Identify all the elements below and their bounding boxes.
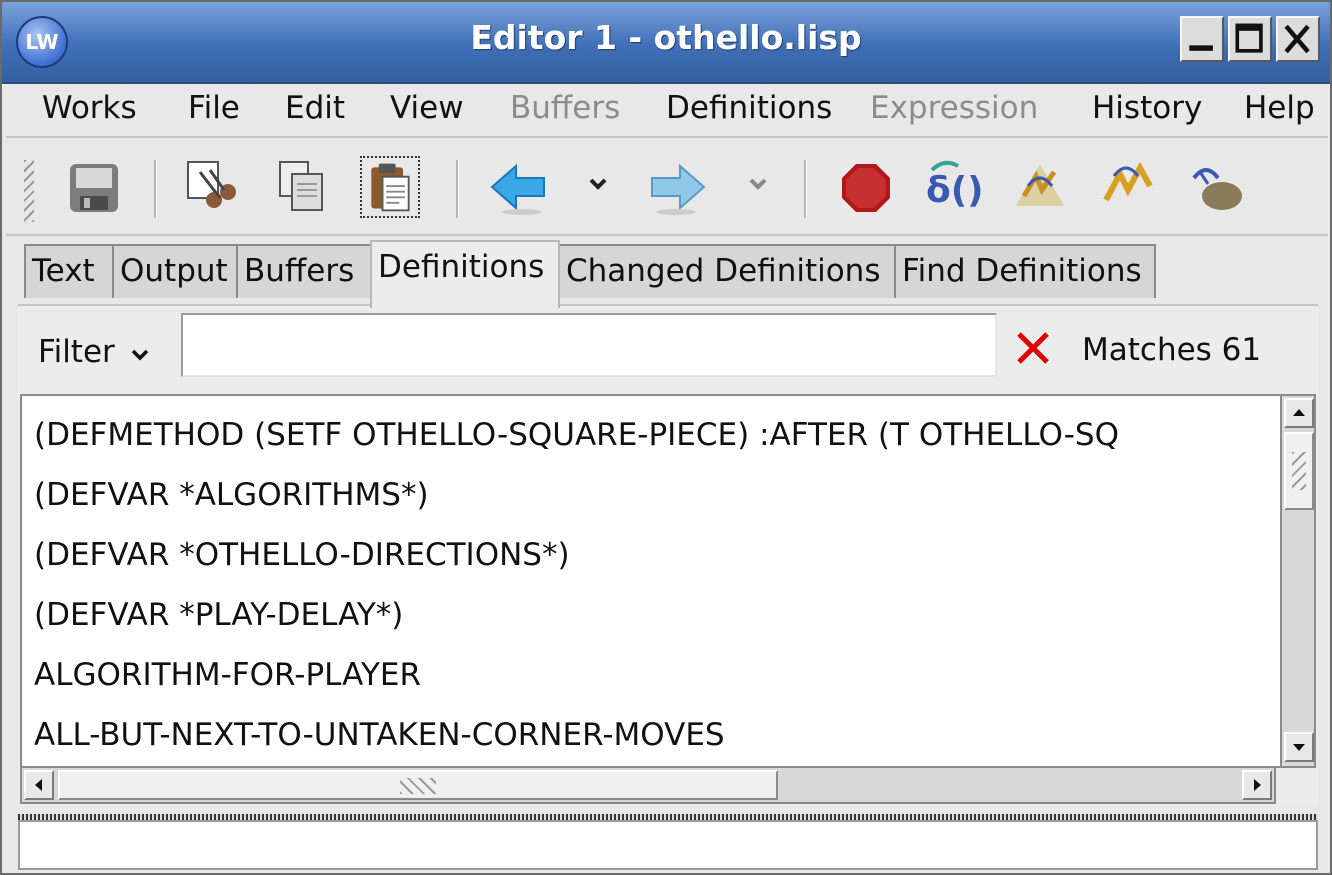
title-bar[interactable]: LW Editor 1 - othello.lisp [2,2,1330,84]
stop-icon[interactable] [836,156,896,218]
toolbar-grip[interactable] [24,160,34,222]
paste-icon[interactable] [360,156,420,218]
close-icon [1284,24,1310,54]
filter-input[interactable] [181,313,997,377]
horizontal-scroll-thumb[interactable] [58,770,778,800]
tab-definitions[interactable]: Definitions [370,240,560,308]
forward-arrow-icon[interactable] [648,156,708,218]
filter-label: Filter [38,334,115,370]
copy-icon[interactable] [272,156,332,218]
menu-definitions[interactable]: Definitions [666,90,832,126]
list-item[interactable]: ALGORITHM-FOR-PLAYER [34,652,421,698]
horizontal-scrollbar[interactable] [20,768,1276,804]
arrow-up-icon [1293,409,1305,416]
scroll-down-button[interactable] [1284,732,1314,762]
cut-icon[interactable] [180,156,240,218]
list-item[interactable]: (DEFMETHOD (SETF OTHELLO-SQUARE-PIECE) :… [34,412,1119,458]
list-item[interactable]: ALL-BUT-NEXT-TO-UNTAKEN-CORNER-MOVES [34,712,725,758]
menu-view[interactable]: View [390,90,464,126]
tab-find-definitions[interactable]: Find Definitions [894,244,1156,298]
menu-history[interactable]: History [1092,90,1202,126]
definitions-panel: Filter Matches 61 (DEFMETHOD (SETF OTHEL… [18,304,1318,806]
scroll-up-button[interactable] [1284,398,1314,428]
menu-bar: Works File Edit View Buffers Definitions… [6,84,1328,138]
editor-window: LW Editor 1 - othello.lisp Works File Ed… [0,0,1332,875]
toolbar: δ() [6,138,1328,236]
toolbar-separator [456,160,459,218]
arrow-right-icon [1254,779,1261,791]
scroll-right-button[interactable] [1242,770,1272,800]
menu-file[interactable]: File [188,90,240,126]
menu-expression[interactable]: Expression [870,90,1038,126]
minimize-button[interactable] [1180,16,1224,62]
vertical-scrollbar[interactable] [1280,396,1314,766]
save-icon[interactable] [64,156,124,218]
menu-edit[interactable]: Edit [285,90,345,126]
tab-buffers[interactable]: Buffers [236,244,372,298]
list-item[interactable]: (DEFVAR *PLAY-DELAY*) [34,592,403,638]
svg-text:δ(): δ() [926,170,984,211]
menu-help[interactable]: Help [1244,90,1315,126]
maximize-icon [1235,23,1263,53]
minimize-icon [1189,45,1213,51]
compile-icon[interactable] [1010,156,1070,218]
tab-output[interactable]: Output [112,244,238,298]
tab-text[interactable]: Text [24,244,114,298]
inspect-icon[interactable] [1186,156,1246,218]
match-count: Matches 61 [1082,332,1262,368]
arrow-left-icon [35,779,42,791]
chevron-down-icon [131,349,148,361]
menu-buffers[interactable]: Buffers [510,90,620,126]
toolbar-separator [804,160,807,218]
back-arrow-icon[interactable] [488,156,548,218]
compile-buffer-icon[interactable] [1098,156,1158,218]
back-history-chevron-down-icon[interactable] [586,172,610,196]
list-item[interactable]: (DEFVAR *ALGORITHMS*) [34,472,429,518]
tab-strip: Text Output Buffers Definitions Changed … [24,240,1324,308]
filter-dropdown[interactable]: Filter [38,334,149,370]
definitions-list[interactable]: (DEFMETHOD (SETF OTHELLO-SQUARE-PIECE) :… [20,394,1316,768]
arrow-down-icon [1293,744,1305,751]
window-title: Editor 1 - othello.lisp [470,18,862,57]
menu-works[interactable]: Works [42,90,137,126]
maximize-button[interactable] [1228,16,1272,62]
evaluate-icon[interactable]: δ() [924,156,984,218]
forward-history-chevron-down-icon[interactable] [746,172,770,196]
close-button[interactable] [1276,16,1320,62]
tab-changed-definitions[interactable]: Changed Definitions [558,244,896,298]
vertical-scroll-thumb[interactable] [1284,432,1314,510]
toolbar-separator [154,160,157,218]
echo-area[interactable] [18,820,1318,870]
clear-filter-icon[interactable] [1013,328,1053,368]
list-item[interactable]: (DEFVAR *OTHELLO-DIRECTIONS*) [34,532,570,578]
scroll-left-button[interactable] [24,770,54,800]
